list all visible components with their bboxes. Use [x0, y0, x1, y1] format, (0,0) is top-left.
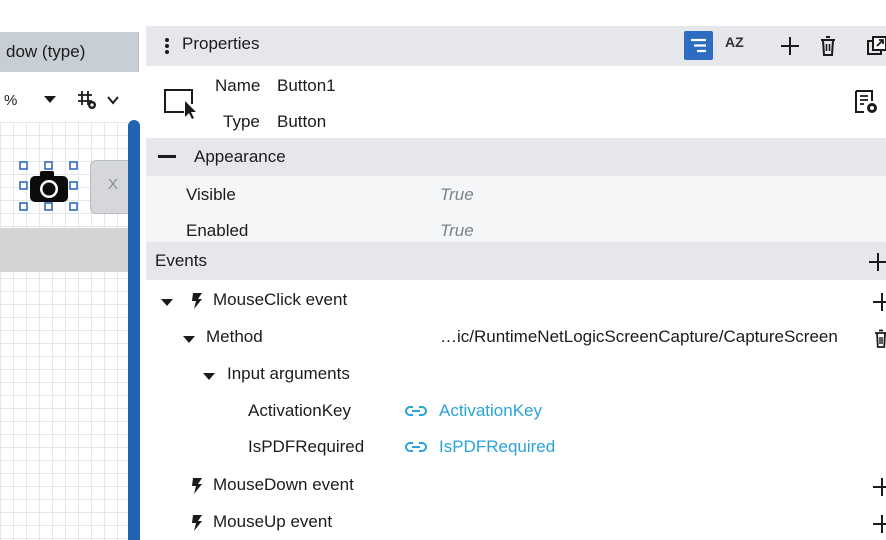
trash-icon[interactable]	[818, 35, 838, 57]
lightning-icon	[192, 515, 202, 531]
name-value[interactable]: Button1	[277, 76, 336, 96]
collapse-icon[interactable]	[158, 155, 176, 158]
input-arguments-label: Input arguments	[227, 364, 350, 383]
expand-caret-icon[interactable]	[182, 332, 196, 346]
expand-caret-icon[interactable]	[202, 369, 216, 383]
more-options-icon[interactable]	[164, 36, 170, 56]
document-tab-label: dow (type)	[6, 42, 86, 61]
activationkey-value[interactable]: ActivationKey	[439, 401, 542, 421]
enabled-label: Enabled	[186, 221, 249, 240]
plus-icon[interactable]	[779, 35, 801, 57]
panel-splitter[interactable]	[128, 120, 140, 540]
properties-title: Properties	[182, 34, 260, 53]
expand-caret-icon[interactable]	[160, 295, 174, 309]
visible-value[interactable]: True	[440, 185, 474, 205]
enabled-value[interactable]: True	[440, 221, 474, 241]
plus-icon[interactable]	[872, 514, 886, 534]
grid-settings-icon[interactable]	[76, 89, 98, 111]
zoom-value[interactable]: %	[4, 92, 17, 109]
x-button-label: X	[108, 176, 119, 193]
type-label: Type	[223, 112, 260, 131]
plus-icon[interactable]	[872, 477, 886, 497]
visible-label: Visible	[186, 185, 236, 204]
activationkey-label: ActivationKey	[248, 401, 351, 420]
trash-icon[interactable]	[874, 329, 886, 349]
method-label: Method	[206, 327, 263, 346]
design-window-bar	[0, 228, 128, 272]
events-header	[146, 242, 886, 280]
events-label: Events	[155, 251, 207, 270]
ispdfrequired-value[interactable]: IsPDFRequired	[439, 437, 555, 457]
caret-down-icon[interactable]	[42, 91, 58, 107]
filter-icon[interactable]	[684, 31, 713, 60]
popout-icon[interactable]	[866, 35, 886, 57]
appearance-body	[146, 176, 886, 242]
pointer-select-icon	[164, 89, 196, 119]
lightning-icon	[192, 478, 202, 494]
chevron-down-icon[interactable]	[106, 93, 120, 107]
panel-top-strip	[146, 0, 886, 26]
type-value: Button	[277, 112, 327, 131]
link-icon[interactable]	[405, 404, 427, 418]
editor-top-strip	[0, 0, 146, 32]
document-settings-icon[interactable]	[852, 88, 880, 116]
sort-az-button[interactable]: AZ	[725, 34, 751, 58]
method-value[interactable]: …ic/RuntimeNetLogicScreenCapture/Capture…	[440, 327, 838, 347]
ispdfrequired-label: IsPDFRequired	[248, 437, 365, 456]
mouseup-event-label[interactable]: MouseUp event	[213, 512, 332, 532]
add-event-icon[interactable]	[868, 252, 886, 272]
camera-icon[interactable]	[18, 160, 80, 212]
appearance-label: Appearance	[194, 147, 286, 166]
link-icon[interactable]	[405, 440, 427, 454]
lightning-icon	[192, 293, 202, 309]
mouseclick-event-label[interactable]: MouseClick event	[213, 290, 347, 310]
plus-icon[interactable]	[872, 292, 886, 312]
name-label: Name	[215, 76, 261, 95]
mousedown-event-label[interactable]: MouseDown event	[213, 475, 354, 495]
